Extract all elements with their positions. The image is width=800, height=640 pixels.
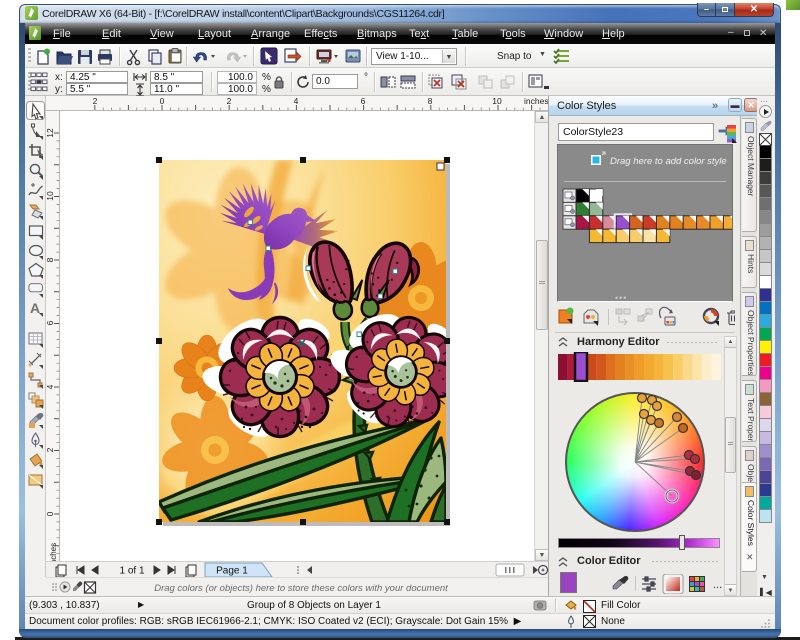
svg-text:4: 4 <box>46 384 55 389</box>
svg-text:Drag colors (or objects) here: Drag colors (or objects) here to store t… <box>154 583 448 594</box>
svg-text:A: A <box>30 300 40 316</box>
svg-text:0: 0 <box>160 96 165 106</box>
svg-text:8: 8 <box>428 96 433 106</box>
svg-text:6: 6 <box>46 320 55 325</box>
svg-text:4: 4 <box>294 96 299 106</box>
svg-text:8: 8 <box>46 257 55 262</box>
svg-text:Page 1: Page 1 <box>216 566 248 577</box>
svg-text:10: 10 <box>46 191 55 201</box>
svg-text:10: 10 <box>492 96 502 106</box>
svg-text:2: 2 <box>93 96 98 106</box>
svg-text:12: 12 <box>46 128 55 138</box>
svg-text:inches: inches <box>524 96 548 106</box>
svg-text:1 of 1: 1 of 1 <box>119 566 144 577</box>
svg-text:...: ... <box>713 579 722 591</box>
svg-text:0: 0 <box>46 511 55 516</box>
svg-text:2: 2 <box>46 447 55 452</box>
svg-text:6: 6 <box>361 96 366 106</box>
svg-text:2: 2 <box>227 96 232 106</box>
